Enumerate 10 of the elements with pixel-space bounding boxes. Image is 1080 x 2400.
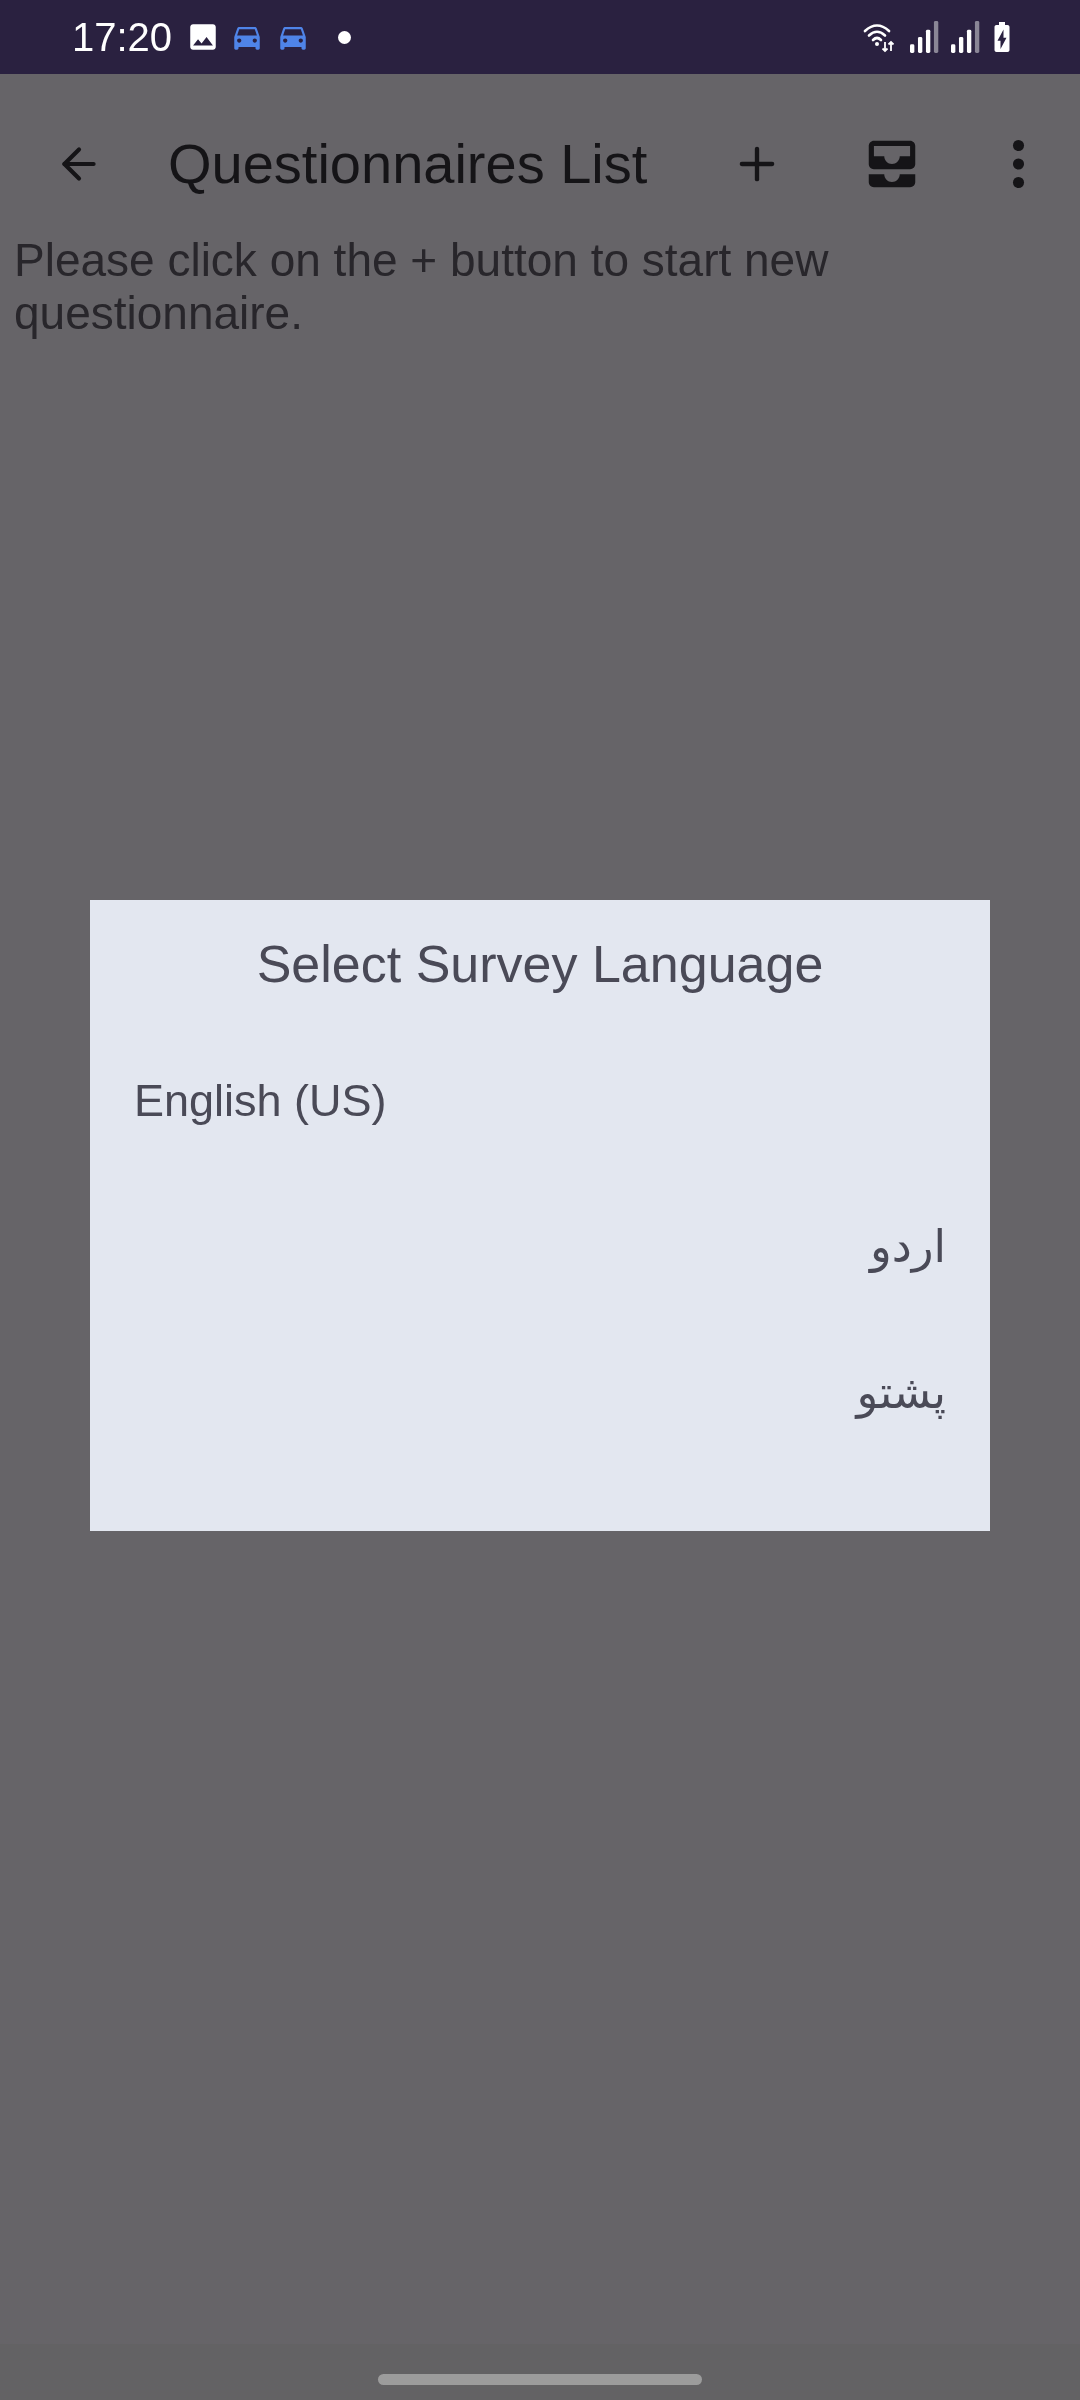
signal-icon [951,21,980,53]
dialog-title: Select Survey Language [256,934,824,995]
status-time: 17:20 [72,14,173,61]
empty-list-message: Please click on the + button to start new questionnaire. [13,234,830,340]
more-vertical-icon [1011,140,1025,188]
language-option[interactable]: اردو [870,1217,946,1277]
signal-icon [910,21,939,53]
language-option[interactable]: English (US) [134,1071,387,1131]
app-title: Questionnaires List [168,131,649,197]
language-option[interactable]: پشتو [856,1363,946,1423]
